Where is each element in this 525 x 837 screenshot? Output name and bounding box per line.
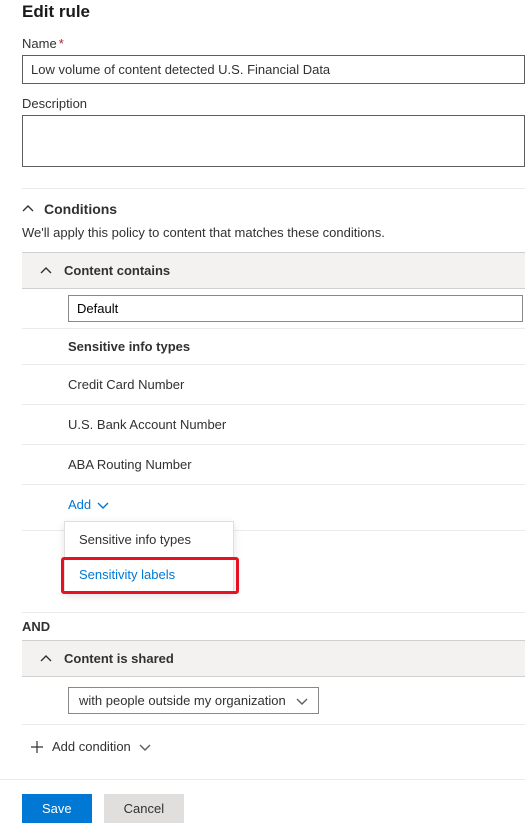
name-input[interactable] xyxy=(22,55,525,84)
menu-item-sensitive-info-types[interactable]: Sensitive info types xyxy=(65,522,233,557)
chevron-up-icon xyxy=(40,265,52,277)
add-condition-button[interactable]: Add condition xyxy=(22,725,151,754)
description-label: Description xyxy=(22,96,525,111)
connector-and: AND xyxy=(22,613,525,640)
shared-scope-select[interactable]: with people outside my organization xyxy=(68,687,319,714)
group-name-row xyxy=(22,289,525,329)
divider xyxy=(22,188,525,189)
content-shared-panel: Content is shared with people outside my… xyxy=(22,640,525,725)
chevron-down-icon xyxy=(139,741,151,753)
list-item[interactable]: Credit Card Number xyxy=(22,365,525,405)
sensitive-info-types-header: Sensitive info types xyxy=(22,329,525,365)
content-shared-header[interactable]: Content is shared xyxy=(22,641,525,677)
save-button[interactable]: Save xyxy=(22,794,92,823)
menu-item-sensitivity-labels[interactable]: Sensitivity labels xyxy=(65,557,233,592)
conditions-description: We'll apply this policy to content that … xyxy=(22,225,525,240)
name-label: Name* xyxy=(22,36,525,51)
cancel-button[interactable]: Cancel xyxy=(104,794,184,823)
chevron-down-icon xyxy=(296,695,308,707)
add-dropdown-menu: Sensitive info types Sensitivity labels xyxy=(64,521,234,593)
shared-scope-row: with people outside my organization xyxy=(22,677,525,725)
chevron-up-icon xyxy=(22,203,34,215)
plus-icon xyxy=(30,740,44,754)
add-button[interactable]: Add xyxy=(68,497,109,512)
footer: Save Cancel xyxy=(0,779,525,837)
content-contains-header[interactable]: Content contains xyxy=(22,253,525,289)
required-asterisk: * xyxy=(59,36,64,51)
add-row: Add Sensitive info types Sensitivity lab… xyxy=(22,485,525,531)
content-contains-panel: Content contains Sensitive info types Cr… xyxy=(22,252,525,531)
list-item[interactable]: U.S. Bank Account Number xyxy=(22,405,525,445)
chevron-up-icon xyxy=(40,653,52,665)
conditions-header[interactable]: Conditions xyxy=(22,201,525,217)
chevron-down-icon xyxy=(97,499,109,511)
page-title: Edit rule xyxy=(22,2,525,22)
group-name-input[interactable] xyxy=(68,295,523,322)
description-input[interactable] xyxy=(22,115,525,167)
list-item[interactable]: ABA Routing Number xyxy=(22,445,525,485)
